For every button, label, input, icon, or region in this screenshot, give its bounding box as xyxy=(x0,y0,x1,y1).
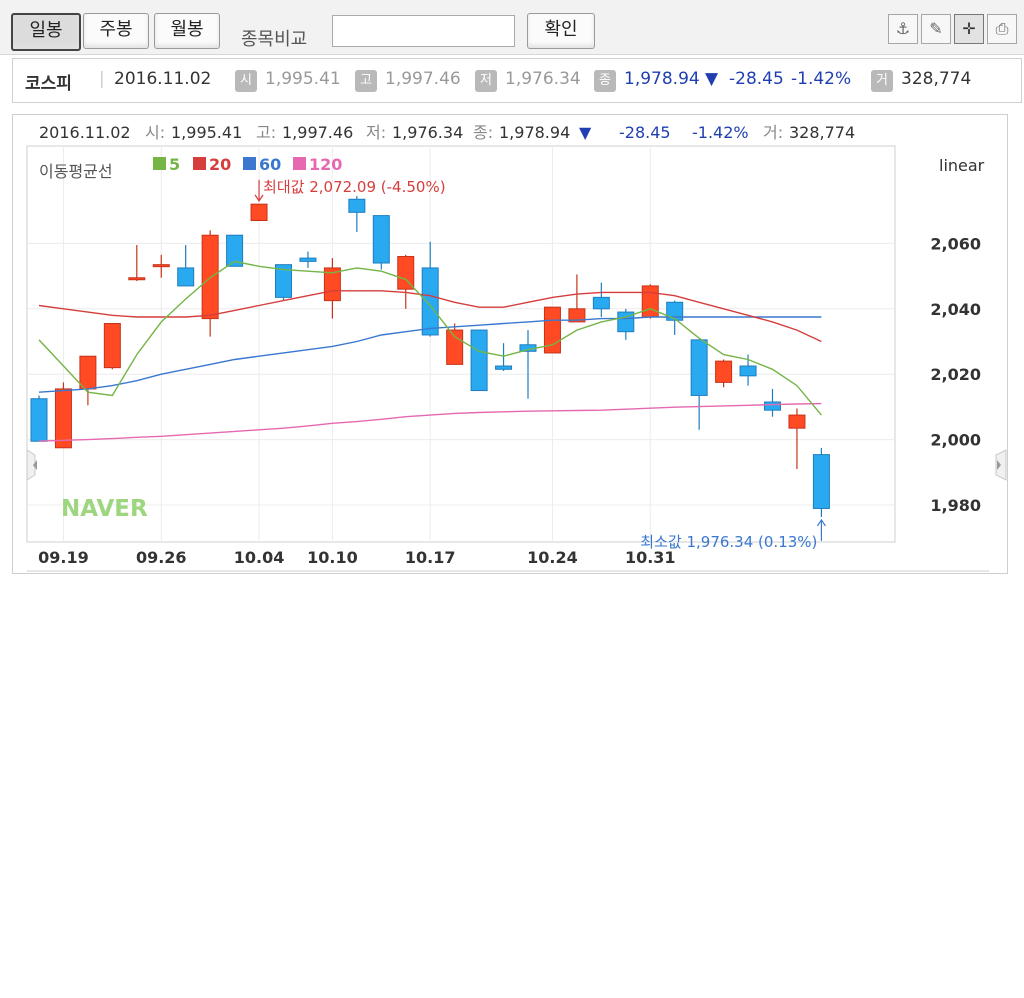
compare-input[interactable] xyxy=(332,15,515,47)
open-badge: 시 xyxy=(235,70,257,92)
high-badge: 고 xyxy=(355,70,377,92)
y-tick-label: 2,040 xyxy=(930,300,981,319)
chart-toolbar: 일봉 주봉 월봉 종목비교 확인 ⚓ ✎ ✛ ⎙ xyxy=(0,0,1024,55)
header-low-label: 저: xyxy=(366,123,386,142)
print-icon[interactable]: ⎙ xyxy=(987,14,1017,44)
header-close: 1,978.94 xyxy=(499,123,570,142)
ma-title: 이동평균선 xyxy=(39,162,113,181)
legend-swatch xyxy=(193,157,206,170)
x-tick-label: 09.19 xyxy=(38,548,89,567)
y-tick-label: 2,060 xyxy=(930,234,981,253)
summary-high: 1,997.46 xyxy=(385,69,461,89)
summary-change: -28.45 xyxy=(729,69,784,89)
x-tick-label: 10.04 xyxy=(234,548,285,567)
candle-body xyxy=(788,414,806,429)
indicator-icon[interactable]: ⚓ xyxy=(888,14,918,44)
legend-swatch xyxy=(243,157,256,170)
confirm-button[interactable]: 확인 xyxy=(527,13,595,49)
chart-panel: 2016.11.02 시: 1,995.41 고: 1,997.46 저: 1,… xyxy=(12,114,1008,574)
summary-date: 2016.11.02 xyxy=(114,69,212,89)
candle-body xyxy=(103,323,121,369)
header-open: 1,995.41 xyxy=(171,123,242,142)
header-change: -28.45 xyxy=(619,123,671,142)
scale-label[interactable]: linear xyxy=(939,156,985,175)
low-badge: 저 xyxy=(475,70,497,92)
y-tick-label: 2,020 xyxy=(930,365,981,384)
header-volume-label: 거: xyxy=(763,123,783,142)
y-tick-label: 1,980 xyxy=(930,496,981,515)
x-tick-label: 09.26 xyxy=(136,548,187,567)
crosshair-icon[interactable]: ✛ xyxy=(954,14,984,44)
summary-change-arrow: ▼ xyxy=(705,69,719,89)
min-label: 최소값 1,976.34 (0.13%) xyxy=(640,533,817,551)
weekly-tab[interactable]: 주봉 xyxy=(83,13,149,49)
candle-body xyxy=(690,339,708,396)
legend-label: 5 xyxy=(169,155,180,174)
daily-tab[interactable]: 일봉 xyxy=(11,13,81,51)
close-badge: 종 xyxy=(594,70,616,92)
candle-body xyxy=(348,198,366,213)
header-open-label: 시: xyxy=(145,123,165,142)
candlestick-chart[interactable]: 2016.11.02 시: 1,995.41 고: 1,997.46 저: 1,… xyxy=(13,115,1007,573)
summary-volume: 328,774 xyxy=(901,69,972,89)
candle-body xyxy=(715,360,733,383)
header-date: 2016.11.02 xyxy=(39,123,131,142)
candle-body xyxy=(54,388,72,449)
summary-close: 1,978.94 xyxy=(624,69,700,89)
candle-body xyxy=(592,296,610,310)
candle-body xyxy=(446,329,464,365)
index-name: 코스피 xyxy=(25,74,72,94)
candle-body xyxy=(764,401,781,411)
header-close-label: 종: xyxy=(473,123,493,142)
summary-change-pct: -1.42% xyxy=(791,69,852,89)
candle-body xyxy=(128,277,146,281)
draw-icon[interactable]: ✎ xyxy=(921,14,951,44)
x-axis: 09.19 09.26 10.04 10.10 10.17 10.24 10.31 xyxy=(38,548,675,567)
candle-body xyxy=(421,267,439,336)
x-tick-label: 10.17 xyxy=(405,548,456,567)
candle-body xyxy=(250,203,268,222)
x-tick-label: 10.10 xyxy=(307,548,358,567)
naver-watermark: NAVER xyxy=(61,496,148,522)
summary-open: 1,995.41 xyxy=(265,69,341,89)
candle-body xyxy=(79,355,97,390)
candle-body xyxy=(372,215,390,264)
candle-body xyxy=(397,255,415,290)
x-tick-label: 10.24 xyxy=(527,548,578,567)
volume-badge: 거 xyxy=(871,70,893,92)
candle-body xyxy=(739,365,757,377)
summary-low: 1,976.34 xyxy=(505,69,581,89)
candle-body xyxy=(177,267,195,287)
candle-body xyxy=(641,285,659,318)
legend-label: 60 xyxy=(259,155,281,174)
y-tick-label: 2,000 xyxy=(930,431,981,450)
monthly-tab[interactable]: 월봉 xyxy=(154,13,220,49)
candle-body xyxy=(299,257,317,262)
legend-label: 20 xyxy=(209,155,231,174)
candle-body xyxy=(152,264,170,268)
candle-body xyxy=(470,329,488,392)
max-label: 최대값 2,072.09 (-4.50%) xyxy=(263,178,446,196)
compare-label: 종목비교 xyxy=(241,29,308,50)
legend-swatch xyxy=(293,157,306,170)
candle-body xyxy=(495,365,513,370)
summary-bar: 코스피 | 2016.11.02 시 1,995.41 고 1,997.46 저… xyxy=(12,58,1022,103)
y-axis: 1,980 2,000 2,020 2,040 2,060 xyxy=(930,234,981,515)
legend-label: 120 xyxy=(309,155,342,174)
header-change-pct: -1.42% xyxy=(692,123,749,142)
header-low: 1,976.34 xyxy=(392,123,463,142)
summary-divider: | xyxy=(99,69,105,89)
header-arrow: ▼ xyxy=(579,123,592,142)
candle-body xyxy=(30,398,48,442)
candle-body xyxy=(812,454,830,509)
legend-swatch xyxy=(153,157,166,170)
header-high-label: 고: xyxy=(256,123,276,142)
header-high: 1,997.46 xyxy=(282,123,353,142)
header-volume: 328,774 xyxy=(789,123,855,142)
